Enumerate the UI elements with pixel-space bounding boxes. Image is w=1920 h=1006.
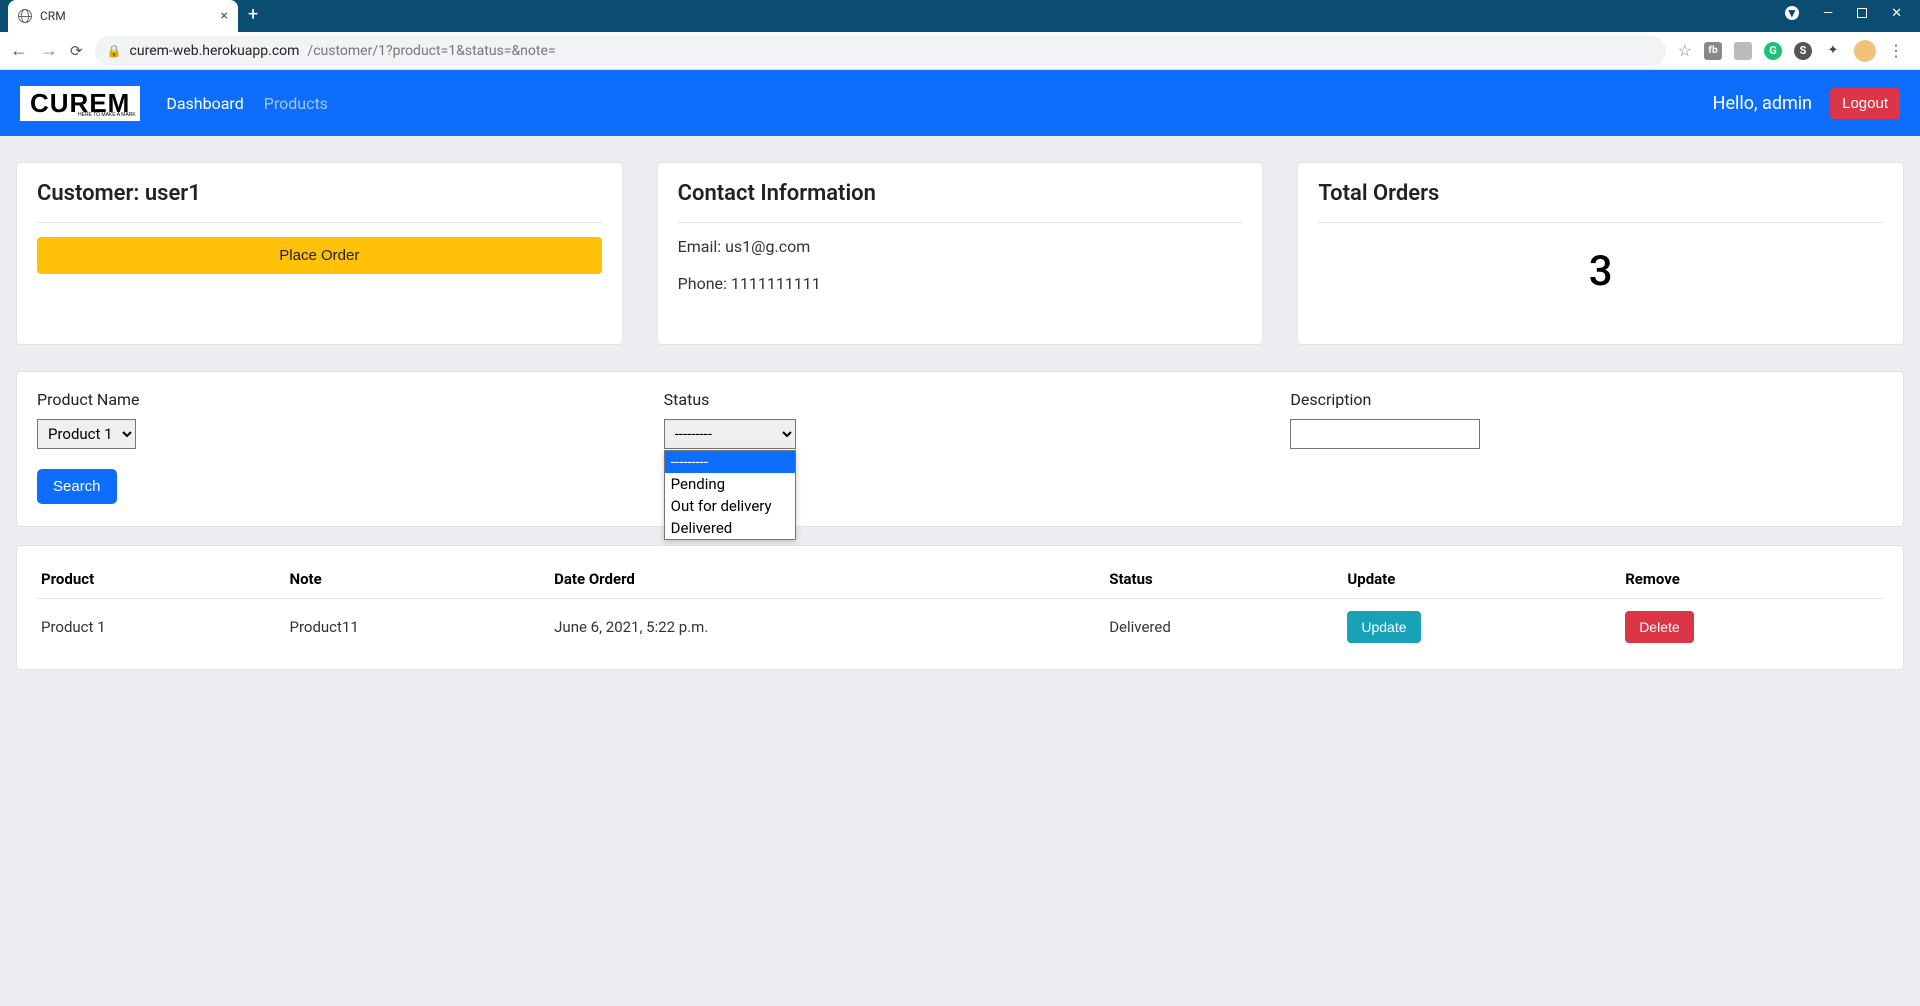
contact-email: Email: us1@g.com — [678, 237, 1243, 256]
total-orders-card: Total Orders 3 — [1297, 162, 1904, 345]
app-logo[interactable]: CUREM HERE TO MAKE A MARK — [20, 86, 140, 121]
status-select[interactable]: --------- — [664, 419, 796, 449]
logout-button[interactable]: Logout — [1830, 88, 1900, 119]
filter-card: Product Name Product 1 Status --------- … — [16, 371, 1904, 527]
contact-heading: Contact Information — [678, 181, 1243, 206]
divider — [1318, 222, 1883, 223]
reload-button[interactable]: ⟳ — [70, 42, 83, 60]
page-body: Customer: user1 Place Order Contact Info… — [0, 136, 1920, 1006]
cell-note: Product11 — [286, 599, 551, 656]
star-icon[interactable]: ☆ — [1678, 41, 1692, 60]
table-header-row: Product Note Date Orderd Status Update R… — [37, 560, 1883, 599]
contact-card: Contact Information Email: us1@g.com Pho… — [657, 162, 1264, 345]
filter-status: Status --------- --------- Pending Out f… — [664, 390, 1257, 449]
back-button[interactable]: ← — [10, 40, 28, 61]
url-input[interactable]: 🔒 curem-web.herokuapp.com/customer/1?pro… — [95, 36, 1666, 66]
place-order-button[interactable]: Place Order — [37, 237, 602, 274]
summary-row: Customer: user1 Place Order Contact Info… — [16, 162, 1904, 345]
cell-status: Delivered — [1105, 599, 1343, 656]
nav-products[interactable]: Products — [264, 94, 328, 113]
close-window-button[interactable]: ✕ — [1891, 6, 1902, 21]
table-row: Product 1 Product11 June 6, 2021, 5:22 p… — [37, 599, 1883, 656]
col-date: Date Orderd — [550, 560, 1105, 599]
col-status: Status — [1105, 560, 1343, 599]
description-input[interactable] — [1290, 419, 1480, 449]
maximize-button[interactable] — [1857, 8, 1867, 18]
url-path: /customer/1?product=1&status=&note= — [307, 43, 555, 59]
col-update: Update — [1343, 560, 1621, 599]
col-note: Note — [286, 560, 551, 599]
globe-icon — [18, 9, 32, 23]
forward-button[interactable]: → — [40, 40, 58, 61]
status-label: Status — [664, 390, 1257, 409]
tab-close-icon[interactable]: × — [221, 8, 228, 24]
filter-product: Product Name Product 1 — [37, 390, 630, 449]
orders-table: Product Note Date Orderd Status Update R… — [37, 560, 1883, 655]
kebab-menu-icon[interactable]: ⋮ — [1888, 41, 1904, 60]
browser-tab[interactable]: CRM × — [8, 0, 238, 32]
col-remove: Remove — [1621, 560, 1883, 599]
minimize-button[interactable]: — — [1823, 6, 1833, 21]
url-host: curem-web.herokuapp.com — [130, 43, 300, 59]
status-option[interactable]: --------- — [665, 451, 795, 473]
status-option[interactable]: Delivered — [665, 517, 795, 539]
grammarly-icon[interactable]: G — [1764, 42, 1782, 60]
extension-icon[interactable] — [1734, 42, 1752, 60]
nav-right: Hello, admin Logout — [1713, 88, 1900, 119]
status-option[interactable]: Pending — [665, 473, 795, 495]
nav-dashboard[interactable]: Dashboard — [166, 94, 243, 113]
description-label: Description — [1290, 390, 1883, 409]
extension-fb-icon[interactable]: fb — [1704, 42, 1722, 60]
profile-avatar[interactable] — [1854, 40, 1876, 62]
orders-table-card: Product Note Date Orderd Status Update R… — [16, 545, 1904, 670]
customer-card: Customer: user1 Place Order — [16, 162, 623, 345]
customer-heading: Customer: user1 — [37, 181, 602, 206]
logo-subtitle: HERE TO MAKE A MARK — [78, 112, 136, 118]
skype-icon[interactable]: S — [1794, 42, 1812, 60]
cell-product: Product 1 — [37, 599, 286, 656]
vpn-icon[interactable]: ▾ — [1785, 6, 1799, 20]
extensions: fb G S ✦ ⋮ — [1704, 40, 1910, 62]
cell-update: Update — [1343, 599, 1621, 656]
cell-date: June 6, 2021, 5:22 p.m. — [550, 599, 1105, 656]
browser-titlebar: CRM × + ▾ — ✕ — [0, 0, 1920, 32]
status-option[interactable]: Out for delivery — [665, 495, 795, 517]
browser-address-bar: ← → ⟳ 🔒 curem-web.herokuapp.com/customer… — [0, 32, 1920, 70]
search-button[interactable]: Search — [37, 469, 117, 504]
product-name-select[interactable]: Product 1 — [37, 419, 136, 449]
window-controls: ▾ — ✕ — [1767, 0, 1920, 27]
contact-phone: Phone: 1111111111 — [678, 274, 1243, 293]
filter-description: Description — [1290, 390, 1883, 449]
status-dropdown-list: --------- Pending Out for delivery Deliv… — [664, 450, 796, 540]
col-product: Product — [37, 560, 286, 599]
tab-title: CRM — [40, 9, 213, 23]
delete-button[interactable]: Delete — [1625, 611, 1693, 643]
hello-user: Hello, admin — [1713, 93, 1812, 114]
product-name-label: Product Name — [37, 390, 630, 409]
nav-links: Dashboard Products — [166, 94, 328, 113]
cell-remove: Delete — [1621, 599, 1883, 656]
divider — [678, 222, 1243, 223]
total-orders-heading: Total Orders — [1318, 181, 1883, 206]
total-orders-value: 3 — [1318, 237, 1883, 326]
divider — [37, 222, 602, 223]
new-tab-button[interactable]: + — [248, 4, 258, 25]
lock-icon: 🔒 — [107, 44, 122, 58]
update-button[interactable]: Update — [1347, 611, 1420, 643]
app-navbar: CUREM HERE TO MAKE A MARK Dashboard Prod… — [0, 70, 1920, 136]
browser-chrome: CRM × + ▾ — ✕ ← → ⟳ 🔒 curem-web.herokuap… — [0, 0, 1920, 70]
extensions-puzzle-icon[interactable]: ✦ — [1824, 42, 1842, 60]
